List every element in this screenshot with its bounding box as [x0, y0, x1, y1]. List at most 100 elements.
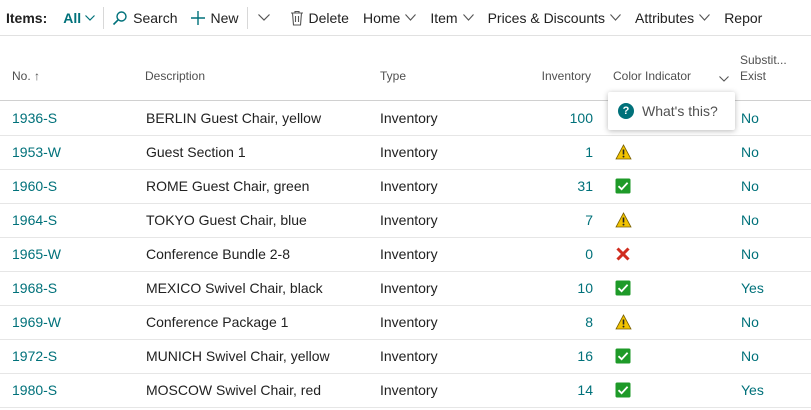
chevron-down-icon — [462, 14, 474, 21]
item-description: MUNICH Swivel Chair, yellow — [146, 348, 330, 364]
checkmark-icon — [615, 382, 631, 398]
item-type: Inventory — [380, 246, 438, 262]
whats-this-label: What's this? — [642, 103, 718, 119]
item-inventory[interactable]: 1 — [520, 135, 593, 169]
item-substitutes-exist[interactable]: No — [741, 101, 759, 135]
item-inventory[interactable]: 0 — [520, 237, 593, 271]
column-header-substitutes-line2[interactable]: Exist — [740, 69, 766, 83]
column-header-description[interactable]: Description — [145, 69, 205, 83]
column-header-inventory[interactable]: Inventory — [520, 69, 591, 83]
item-substitutes-exist[interactable]: Yes — [741, 271, 764, 305]
item-type: Inventory — [380, 110, 438, 126]
item-type: Inventory — [380, 144, 438, 160]
item-type: Inventory — [380, 212, 438, 228]
menu-home-label: Home — [362, 9, 401, 26]
item-type: Inventory — [380, 280, 438, 296]
checkmark-icon — [615, 280, 631, 296]
warning-icon — [615, 144, 632, 160]
new-label: New — [210, 9, 239, 26]
table-row[interactable]: 1965-W Conference Bundle 2-8 Inventory 0 No — [0, 237, 811, 272]
item-number-link[interactable]: 1980-S — [12, 373, 57, 407]
item-inventory[interactable]: 14 — [520, 373, 593, 407]
column-header-substitutes-line1[interactable]: Substit... — [740, 53, 787, 67]
table-row[interactable]: 1953-W Guest Section 1 Inventory 1 No — [0, 135, 811, 170]
menu-attributes-label: Attributes — [635, 9, 695, 26]
warning-icon — [615, 314, 632, 330]
chevron-down-icon — [405, 14, 417, 21]
item-description: Conference Package 1 — [146, 314, 289, 330]
action-bar: Items: All Search New Delete Home Item P… — [0, 0, 811, 36]
item-number-link[interactable]: 1968-S — [12, 271, 57, 305]
checkmark-icon — [615, 348, 631, 364]
item-number-link[interactable]: 1972-S — [12, 339, 57, 373]
menu-report[interactable]: Repor — [724, 10, 762, 26]
table-row[interactable]: 1969-W Conference Package 1 Inventory 8 No — [0, 305, 811, 340]
item-substitutes-exist[interactable]: No — [741, 339, 759, 373]
menu-report-label: Repor — [724, 9, 763, 26]
menu-prices-label: Prices & Discounts — [487, 9, 606, 26]
menu-item[interactable]: Item — [430, 9, 474, 26]
error-x-icon — [615, 246, 631, 262]
warning-icon — [615, 212, 632, 228]
item-description: TOKYO Guest Chair, blue — [146, 212, 307, 228]
table-row[interactable]: 1964-S TOKYO Guest Chair, blue Inventory 7 N… — [0, 203, 811, 238]
table-row[interactable]: 1980-S MOSCOW Swivel Chair, red Inventory 1… — [0, 373, 811, 408]
item-number-link[interactable]: 1936-S — [12, 101, 57, 135]
item-inventory[interactable]: 100 — [520, 101, 593, 135]
column-header-color-indicator[interactable]: Color Indicator — [613, 69, 691, 83]
item-number-link[interactable]: 1960-S — [12, 169, 57, 203]
search-icon — [112, 10, 128, 26]
menu-item-label: Item — [430, 9, 458, 26]
view-filter-dropdown[interactable]: All — [63, 9, 96, 26]
items-label: Items: — [6, 9, 48, 26]
help-icon: ? — [618, 103, 634, 119]
new-button[interactable]: New — [191, 9, 239, 26]
chevron-down-icon[interactable] — [719, 71, 729, 85]
item-description: MOSCOW Swivel Chair, red — [146, 382, 322, 398]
item-inventory[interactable]: 16 — [520, 339, 593, 373]
chevron-down-icon — [85, 14, 96, 21]
trash-icon — [290, 10, 304, 26]
delete-button[interactable]: Delete — [290, 10, 349, 26]
toolbar-divider — [103, 6, 105, 29]
item-substitutes-exist[interactable]: No — [741, 169, 759, 203]
toolbar-divider — [246, 6, 248, 29]
column-header-no[interactable]: No. ↑ — [12, 69, 40, 83]
column-header-type[interactable]: Type — [380, 69, 406, 83]
more-options-button[interactable] — [257, 14, 270, 21]
item-inventory[interactable]: 31 — [520, 169, 593, 203]
item-type: Inventory — [380, 382, 438, 398]
whats-this-popup[interactable]: ? What's this? — [608, 92, 735, 130]
delete-label: Delete — [308, 9, 349, 26]
chevron-down-icon — [699, 14, 711, 21]
menu-attributes[interactable]: Attributes — [635, 9, 711, 26]
search-button[interactable]: Search — [112, 10, 177, 26]
table-row[interactable]: 1960-S ROME Guest Chair, green Inventory 31… — [0, 169, 811, 204]
item-number-link[interactable]: 1965-W — [12, 237, 61, 271]
table-row[interactable]: 1972-S MUNICH Swivel Chair, yellow Invento… — [0, 339, 811, 374]
item-substitutes-exist[interactable]: No — [741, 135, 759, 169]
item-number-link[interactable]: 1953-W — [12, 135, 61, 169]
item-description: BERLIN Guest Chair, yellow — [146, 110, 322, 126]
item-substitutes-exist[interactable]: No — [741, 203, 759, 237]
menu-prices-discounts[interactable]: Prices & Discounts — [488, 10, 621, 26]
item-inventory[interactable]: 10 — [520, 271, 593, 305]
item-description: Guest Section 1 — [146, 144, 246, 160]
item-substitutes-exist[interactable]: No — [741, 237, 759, 271]
item-substitutes-exist[interactable]: No — [741, 305, 759, 339]
item-number-link[interactable]: 1964-S — [12, 203, 57, 237]
menu-home[interactable]: Home — [362, 9, 417, 26]
item-description: Conference Bundle 2-8 — [146, 246, 290, 262]
item-type: Inventory — [380, 348, 438, 364]
item-number-link[interactable]: 1969-W — [12, 305, 61, 339]
item-substitutes-exist[interactable]: Yes — [741, 373, 764, 407]
view-filter-value: All — [63, 9, 82, 26]
item-description: MEXICO Swivel Chair, black — [146, 280, 323, 296]
item-inventory[interactable]: 8 — [520, 305, 593, 339]
table-row[interactable]: 1968-S MEXICO Swivel Chair, black Inventor… — [0, 271, 811, 306]
item-description: ROME Guest Chair, green — [146, 178, 310, 194]
plus-icon — [191, 10, 206, 25]
item-inventory[interactable]: 7 — [520, 203, 593, 237]
checkmark-icon — [615, 178, 631, 194]
item-type: Inventory — [380, 178, 438, 194]
